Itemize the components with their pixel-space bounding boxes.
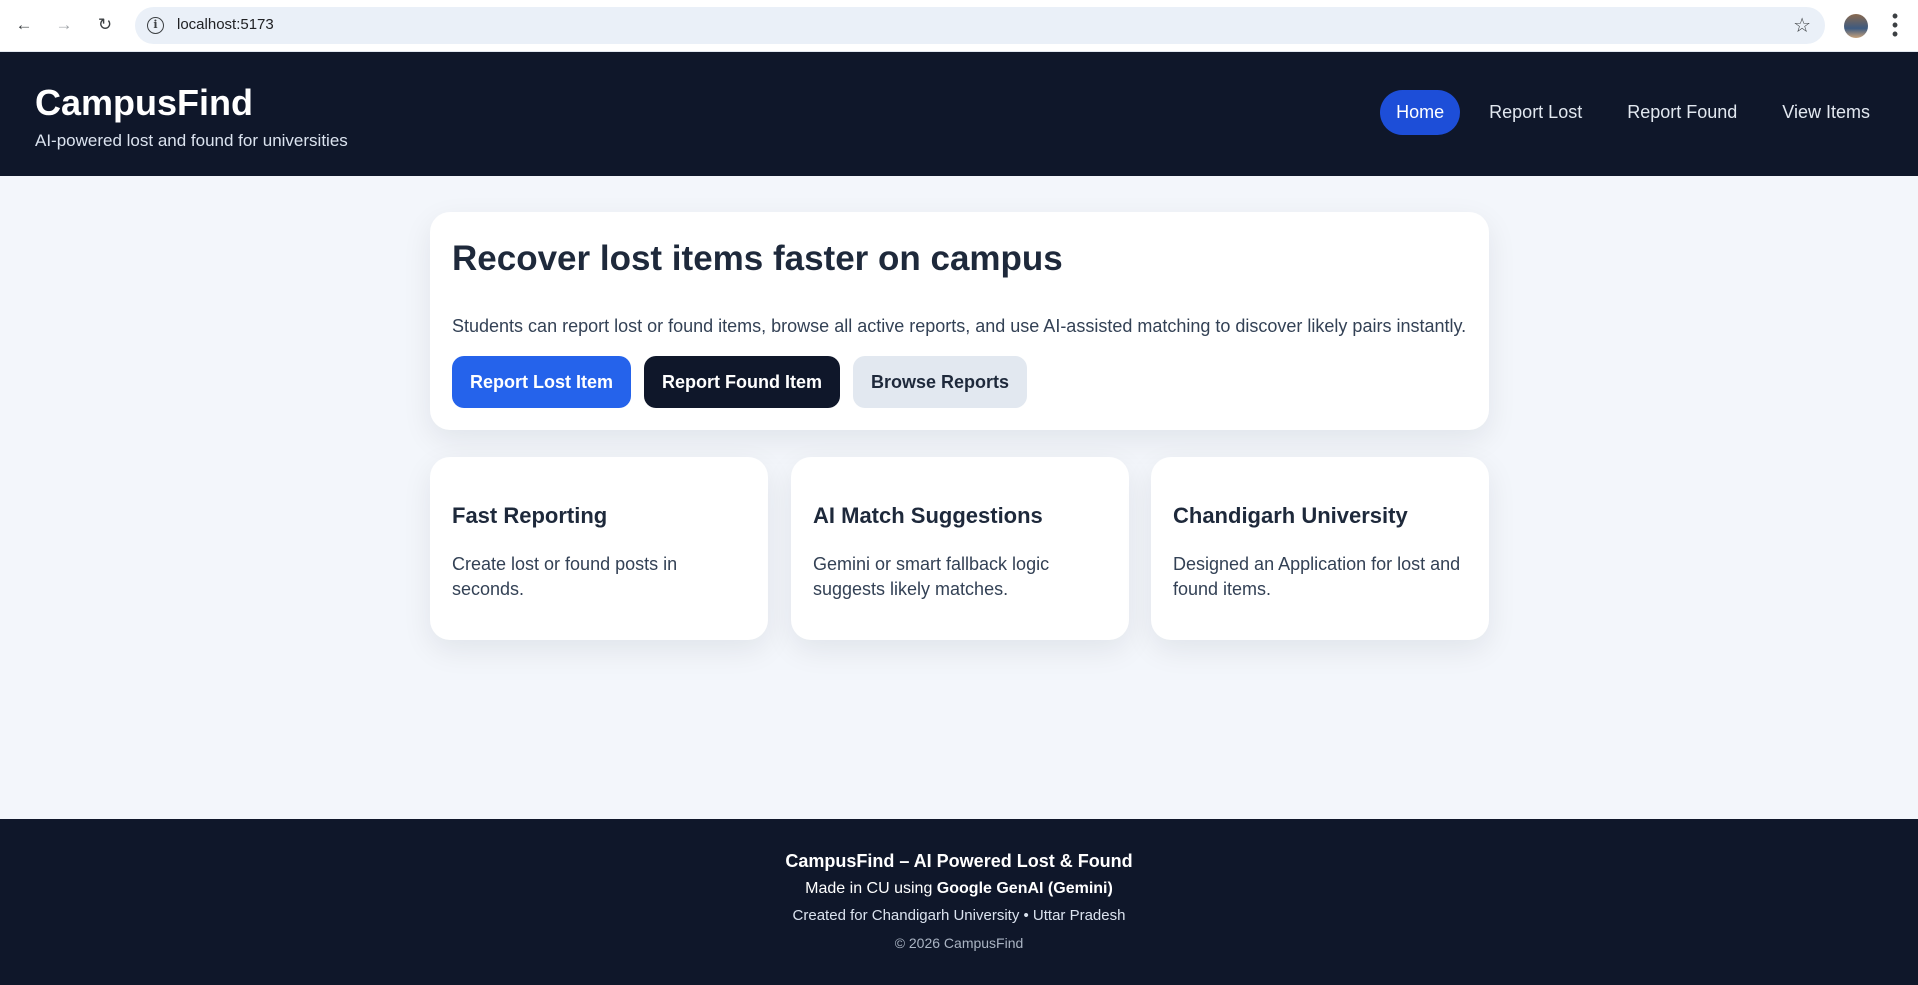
main-nav: Home Report Lost Report Found View Items bbox=[1367, 90, 1886, 135]
hero-title: Recover lost items faster on campus bbox=[452, 239, 1063, 278]
hero-description: Students can report lost or found items,… bbox=[452, 316, 1467, 336]
feature-title: Fast Reporting bbox=[452, 503, 608, 528]
url-text[interactable]: localhost:5173 bbox=[177, 16, 274, 33]
app-header: CampusFind AI-powered lost and found for… bbox=[0, 52, 1918, 176]
report-found-button[interactable]: Report Found Item bbox=[644, 356, 841, 408]
feature-text: Designed an Application for lost and fou… bbox=[1173, 554, 1461, 599]
brand-tagline: AI-powered lost and found for universiti… bbox=[35, 131, 348, 150]
report-lost-button[interactable]: Report Lost Item bbox=[452, 356, 632, 408]
footer-copyright: © 2026 CampusFind bbox=[894, 935, 1024, 951]
reload-icon[interactable]: ↻ bbox=[94, 14, 116, 36]
profile-avatar[interactable] bbox=[1844, 14, 1868, 38]
browser-toolbar: ← → ↻ i localhost:5173 ☆ • • • bbox=[0, 0, 1918, 52]
feature-card-fast-reporting: Fast Reporting Create lost or found post… bbox=[430, 457, 768, 640]
feature-text: Create lost or found posts in seconds. bbox=[452, 554, 678, 599]
nav-report-lost[interactable]: Report Lost bbox=[1473, 90, 1598, 135]
footer-tech: Google GenAI (Gemini) bbox=[936, 880, 1113, 897]
footer-made-in: Made in CU using Google GenAI (Gemini) bbox=[805, 880, 1113, 897]
nav-home[interactable]: Home bbox=[1380, 90, 1461, 135]
menu-kebab-icon[interactable]: • • • bbox=[1890, 7, 1900, 43]
forward-arrow-icon[interactable]: → bbox=[53, 14, 75, 36]
footer-title: CampusFind – AI Powered Lost & Found bbox=[785, 851, 1133, 871]
feature-card-ai-match: AI Match Suggestions Gemini or smart fal… bbox=[791, 457, 1129, 640]
feature-title: Chandigarh University bbox=[1173, 503, 1408, 528]
address-bar[interactable]: i localhost:5173 ☆ bbox=[135, 7, 1825, 44]
feature-card-university: Chandigarh University Designed an Applic… bbox=[1151, 457, 1489, 640]
feature-text: Gemini or smart fallback logic suggests … bbox=[813, 554, 1050, 599]
brand-title[interactable]: CampusFind bbox=[35, 82, 253, 124]
bookmark-star-icon[interactable]: ☆ bbox=[1793, 13, 1811, 38]
site-info-icon[interactable]: i bbox=[147, 17, 164, 34]
back-arrow-icon[interactable]: ← bbox=[13, 14, 35, 36]
footer-created-for: Created for Chandigarh University • Utta… bbox=[792, 907, 1126, 924]
feature-title: AI Match Suggestions bbox=[813, 503, 1043, 528]
hero-actions: Report Lost Item Report Found Item Brows… bbox=[452, 356, 1028, 408]
browse-reports-button[interactable]: Browse Reports bbox=[853, 356, 1028, 408]
nav-view-items[interactable]: View Items bbox=[1766, 90, 1886, 135]
nav-report-found[interactable]: Report Found bbox=[1611, 90, 1753, 135]
hero-card: Recover lost items faster on campus Stud… bbox=[430, 212, 1489, 430]
site-footer: CampusFind – AI Powered Lost & Found Mad… bbox=[0, 819, 1918, 985]
